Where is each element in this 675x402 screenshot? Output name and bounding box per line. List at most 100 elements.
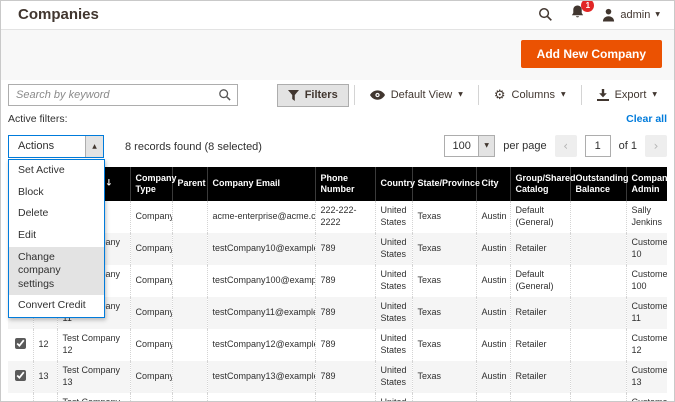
search-input[interactable] (9, 89, 218, 101)
admin-account-menu[interactable]: admin ▼ (602, 8, 660, 22)
column-label: Company Type (136, 173, 177, 194)
page-actions-band: Add New Company (0, 30, 675, 80)
actions-dropdown-menu: Set ActiveBlockDeleteEditChange company … (8, 159, 105, 318)
pagination: 100 ▼ per page ‹ of 1 › (444, 135, 667, 157)
cell-city: Austin (476, 265, 510, 297)
table-row: 11Test Company 11CompanytestCompany11@ex… (8, 297, 667, 329)
cell-type: Company (130, 393, 172, 401)
actions-menu-item-edit[interactable]: Edit (9, 225, 104, 247)
column-header-state-province[interactable]: State/Province (412, 167, 476, 201)
column-header-company-type[interactable]: Company Type (130, 167, 172, 201)
gear-icon: ⚙ (494, 89, 506, 102)
actions-menu-item-set-active[interactable]: Set Active (9, 160, 104, 182)
cell-country: United States (375, 233, 412, 265)
table-row: 1AcmeCompanyacme-enterprise@acme.com222-… (8, 201, 667, 233)
cell-phone: 789 (315, 297, 375, 329)
export-button[interactable]: Export ▼ (587, 83, 667, 107)
column-header-company-email[interactable]: Company Email (207, 167, 315, 201)
table-header-row: IDCompany Name↓Company TypeParentCompany… (8, 167, 667, 201)
user-icon (602, 8, 615, 22)
cell-id: 13 (33, 361, 57, 393)
actions-select[interactable]: Actions ▲ (8, 135, 104, 158)
filters-button[interactable]: Filters (277, 84, 349, 107)
keyword-search-box (8, 84, 238, 106)
per-page-value: 100 (445, 136, 478, 156)
column-header-country[interactable]: Country (375, 167, 412, 201)
column-header-group-shared-catalog[interactable]: Group/Shared Catalog (510, 167, 570, 201)
cell-country: United States (375, 201, 412, 233)
cell-country: United States (375, 265, 412, 297)
cell-admin: Customer 100 (626, 265, 667, 297)
cell-catalog: Retailer (510, 361, 570, 393)
cell-balance (570, 201, 626, 233)
page-number-input[interactable] (585, 135, 611, 157)
actions-menu-item-delete[interactable]: Delete (9, 203, 104, 225)
column-header-company-admin[interactable]: Company Admin (626, 167, 667, 201)
records-summary: 8 records found (8 selected) (125, 141, 262, 153)
columns-button[interactable]: ⚙ Columns ▼ (484, 83, 576, 107)
cell-parent (172, 201, 207, 233)
add-new-company-button[interactable]: Add New Company (521, 40, 662, 68)
cell-admin: Customer 13 (626, 361, 667, 393)
per-page-toggle[interactable]: ▼ (478, 136, 494, 156)
next-page-button[interactable]: › (645, 135, 667, 157)
active-filters-row: Active filters: Clear all (8, 108, 667, 130)
row-checkbox[interactable] (15, 338, 26, 349)
cell-admin: Sally Jenkins (626, 201, 667, 233)
column-label: City (482, 178, 499, 188)
toolbar-buttons: Filters Default View ▼ ⚙ Columns ▼ Expor… (277, 83, 667, 107)
caret-up-icon: ▲ (92, 144, 97, 150)
cell-admin: Customer 14 (626, 393, 667, 401)
cell-city: Austin (476, 201, 510, 233)
cell-admin: Customer 10 (626, 233, 667, 265)
caret-down-icon: ▼ (652, 92, 657, 98)
notifications-bell-icon[interactable]: 1 (570, 4, 585, 25)
grid-controls: Actions ▲ 8 records found (8 selected) 1… (8, 133, 667, 163)
per-page-select[interactable]: 100 ▼ (444, 135, 495, 157)
cell-email: testCompany11@example.com (207, 297, 315, 329)
previous-page-button[interactable]: ‹ (555, 135, 577, 157)
cell-parent (172, 329, 207, 361)
cell-catalog: Default (General) (510, 265, 570, 297)
cell-email: acme-enterprise@acme.com (207, 201, 315, 233)
cell-catalog: Retailer (510, 233, 570, 265)
column-header-outstanding-balance[interactable]: Outstanding Balance (570, 167, 626, 201)
cell-city: Austin (476, 233, 510, 265)
actions-select-toggle[interactable]: ▲ (85, 136, 103, 157)
toolbar-divider (581, 85, 582, 105)
cell-balance (570, 329, 626, 361)
search-icon[interactable] (538, 7, 553, 22)
cell-id: 14 (33, 393, 57, 401)
cell-type: Company (130, 201, 172, 233)
cell-balance (570, 361, 626, 393)
columns-label: Columns (512, 89, 555, 101)
column-header-parent[interactable]: Parent (172, 167, 207, 201)
column-label: Parent (178, 178, 206, 188)
actions-menu-item-convert-credit[interactable]: Convert Credit (9, 295, 104, 317)
actions-menu-item-block[interactable]: Block (9, 182, 104, 204)
admin-label: admin (620, 9, 650, 21)
cell-parent (172, 265, 207, 297)
cell-type: Company (130, 233, 172, 265)
cell-admin: Customer 11 (626, 297, 667, 329)
row-checkbox[interactable] (15, 370, 26, 381)
column-header-city[interactable]: City (476, 167, 510, 201)
caret-down-icon: ▼ (655, 12, 660, 18)
filters-label: Filters (305, 89, 338, 101)
default-view-button[interactable]: Default View ▼ (360, 83, 473, 107)
export-icon (597, 89, 609, 101)
clear-all-link[interactable]: Clear all (626, 113, 667, 125)
cell-city: Austin (476, 393, 510, 401)
column-header-phone-number[interactable]: Phone Number (315, 167, 375, 201)
cell-email: testCompany10@example.com (207, 233, 315, 265)
actions-menu-item-change-company-settings[interactable]: Change company settings (9, 247, 104, 296)
cell-balance (570, 297, 626, 329)
column-label: Outstanding Balance (576, 173, 629, 194)
search-submit-icon[interactable] (218, 88, 232, 102)
caret-down-icon: ▼ (484, 143, 489, 149)
export-label: Export (615, 89, 647, 101)
cell-name: Test Company 14 (57, 393, 130, 401)
cell-state: Texas (412, 233, 476, 265)
row-select-cell (8, 329, 33, 361)
cell-catalog: Retailer (510, 329, 570, 361)
